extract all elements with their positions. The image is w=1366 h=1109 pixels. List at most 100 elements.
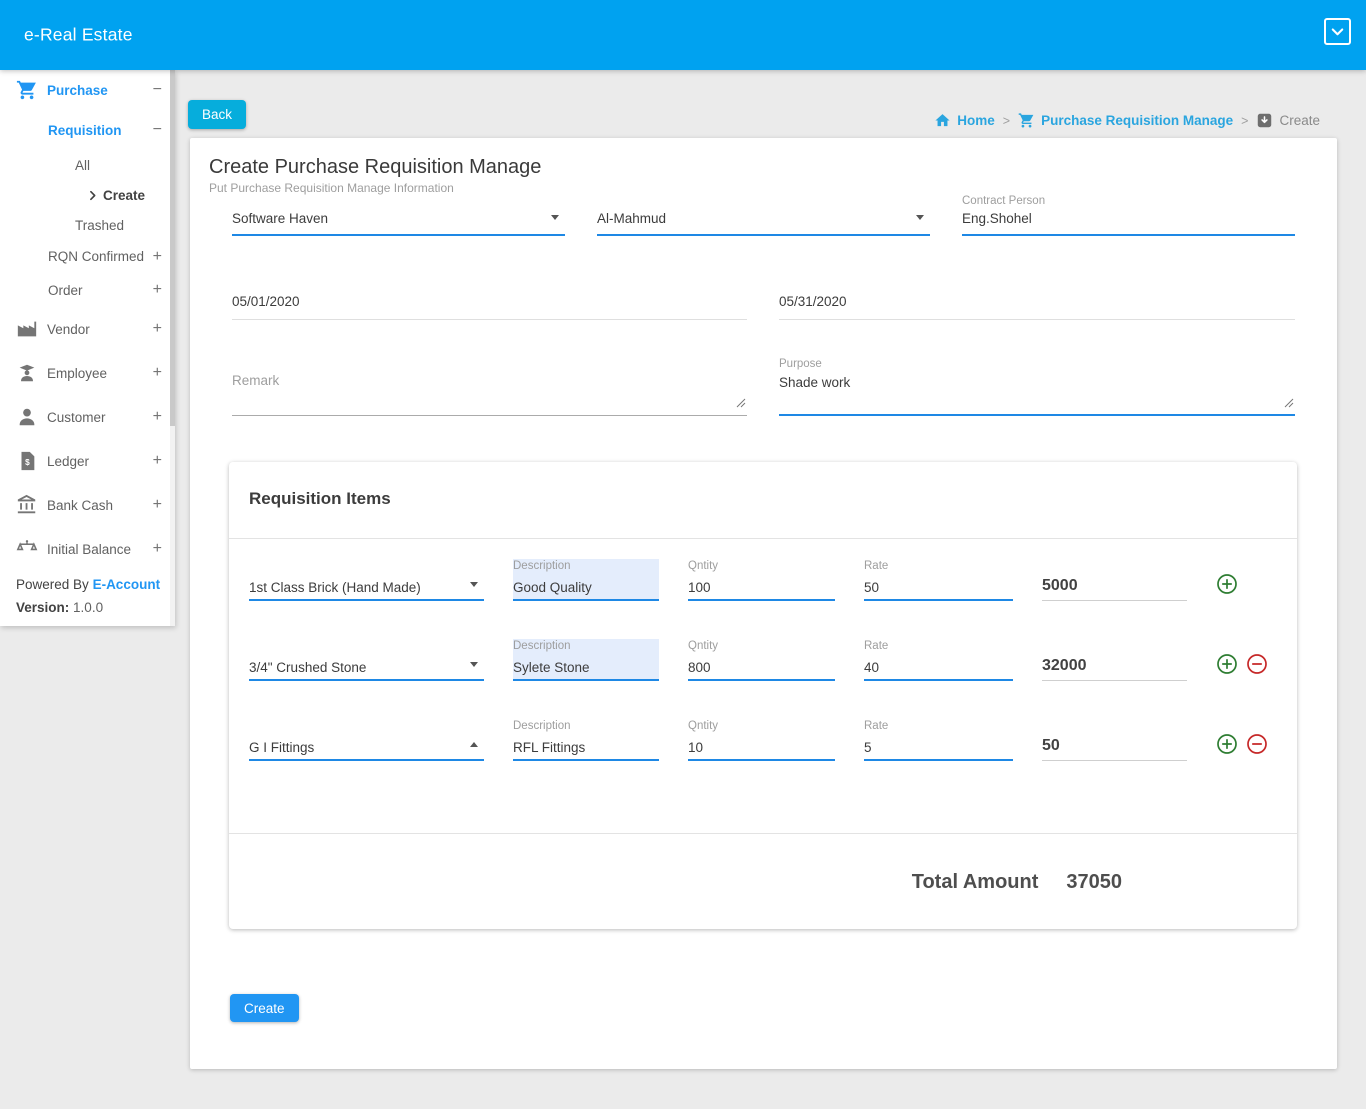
breadcrumb: Home > Purchase Requisition Manage > Cre… bbox=[934, 112, 1320, 129]
main-content: Back Home > Purchase Requisition Manage … bbox=[175, 70, 1366, 1109]
header-dropdown-button[interactable] bbox=[1324, 18, 1351, 45]
version-label: Version: bbox=[16, 600, 69, 615]
sidebar-item-order[interactable]: Order + bbox=[0, 273, 175, 307]
qntity-label: Qntity bbox=[688, 560, 718, 572]
qntity-input[interactable]: Qntity 100 bbox=[688, 559, 835, 601]
expand-plus: + bbox=[153, 320, 162, 338]
end-date-field[interactable]: 05/31/2020 bbox=[779, 280, 1295, 320]
item-select[interactable]: G I Fittings bbox=[249, 719, 484, 761]
start-date-value: 05/01/2020 bbox=[232, 294, 300, 309]
sidebar-item-trashed[interactable]: Trashed bbox=[0, 210, 175, 240]
rate-input[interactable]: Rate 5 bbox=[864, 719, 1013, 761]
rate-input[interactable]: Rate 50 bbox=[864, 559, 1013, 601]
sidebar-item-label: All bbox=[75, 158, 162, 173]
field-underline bbox=[688, 759, 835, 761]
field-underline bbox=[232, 415, 747, 416]
breadcrumb-label: Create bbox=[1279, 113, 1320, 128]
form-row-textareas: Remark Purpose Shade work bbox=[232, 346, 1295, 416]
sidebar-item-label: Create bbox=[103, 188, 162, 203]
sidebar-item-employee[interactable]: Employee + bbox=[0, 351, 175, 395]
sidebar-item-label: Requisition bbox=[48, 123, 153, 138]
rate-input[interactable]: Rate 40 bbox=[864, 639, 1013, 681]
collapse-minus: − bbox=[153, 121, 162, 139]
rate-value: 40 bbox=[864, 660, 879, 675]
create-button[interactable]: Create bbox=[230, 994, 299, 1022]
sidebar-item-requisition[interactable]: Requisition − bbox=[0, 110, 175, 150]
sidebar-item-all[interactable]: All bbox=[0, 150, 175, 180]
dropdown-arrow-icon bbox=[470, 662, 478, 667]
field-underline bbox=[232, 319, 747, 320]
sidebar: Purchase − Requisition − All Create Tras… bbox=[0, 70, 175, 626]
remark-placeholder: Remark bbox=[232, 373, 279, 388]
app-title: e-Real Estate bbox=[24, 25, 133, 46]
sidebar-item-vendor[interactable]: Vendor + bbox=[0, 307, 175, 351]
resize-grip-icon[interactable] bbox=[1284, 395, 1294, 413]
remark-textarea[interactable]: Remark bbox=[232, 346, 747, 416]
field-underline bbox=[1042, 760, 1187, 761]
sidebar-item-bank-cash[interactable]: Bank Cash + bbox=[0, 483, 175, 527]
expand-plus: + bbox=[153, 496, 162, 514]
remove-row-button[interactable] bbox=[1246, 653, 1268, 675]
item-select[interactable]: 1st Class Brick (Hand Made) bbox=[249, 559, 484, 601]
content-topbar: Back Home > Purchase Requisition Manage … bbox=[175, 70, 1366, 119]
sidebar-item-customer[interactable]: Customer + bbox=[0, 395, 175, 439]
sidebar-item-label: Bank Cash bbox=[47, 498, 153, 513]
project-select-value: Software Haven bbox=[232, 211, 328, 226]
description-input[interactable]: Description Sylete Stone bbox=[513, 639, 659, 681]
item-select-value: 3/4" Crushed Stone bbox=[249, 660, 366, 675]
field-underline bbox=[1042, 600, 1187, 601]
description-input[interactable]: Description Good Quality bbox=[513, 559, 659, 601]
amount-value: 50 bbox=[1042, 737, 1060, 755]
add-row-button[interactable] bbox=[1216, 573, 1238, 595]
description-input[interactable]: Description RFL Fittings bbox=[513, 719, 659, 761]
resize-grip-icon[interactable] bbox=[736, 395, 746, 413]
amount-field: 32000 bbox=[1042, 639, 1187, 681]
rate-label: Rate bbox=[864, 640, 888, 652]
item-row: 1st Class Brick (Hand Made) Description … bbox=[229, 539, 1297, 619]
sidebar-item-label: Vendor bbox=[47, 322, 153, 337]
version-line: Version: 1.0.0 bbox=[16, 596, 175, 619]
field-underline bbox=[513, 599, 659, 601]
sidebar-item-ledger[interactable]: $ Ledger + bbox=[0, 439, 175, 483]
qntity-label: Qntity bbox=[688, 720, 718, 732]
breadcrumb-create: Create bbox=[1256, 112, 1320, 129]
breadcrumb-label: Home bbox=[957, 113, 995, 128]
back-button[interactable]: Back bbox=[188, 100, 246, 129]
breadcrumb-home[interactable]: Home bbox=[934, 112, 995, 129]
qntity-label: Qntity bbox=[688, 640, 718, 652]
add-row-button[interactable] bbox=[1216, 653, 1238, 675]
qntity-input[interactable]: Qntity 800 bbox=[688, 639, 835, 681]
start-date-field[interactable]: 05/01/2020 bbox=[232, 280, 747, 320]
sidebar-item-label: Employee bbox=[47, 366, 153, 381]
amount-value: 5000 bbox=[1042, 577, 1078, 595]
qntity-input[interactable]: Qntity 10 bbox=[688, 719, 835, 761]
employee-select[interactable]: Al-Mahmud bbox=[597, 195, 930, 236]
e-account-link[interactable]: E-Account bbox=[93, 577, 161, 592]
sidebar-item-purchase[interactable]: Purchase − bbox=[0, 70, 175, 110]
contract-person-field[interactable]: Contract Person Eng.Shohel bbox=[962, 195, 1295, 236]
rate-label: Rate bbox=[864, 720, 888, 732]
project-select[interactable]: Software Haven bbox=[232, 195, 565, 236]
sidebar-item-rqn-confirmed[interactable]: RQN Confirmed + bbox=[0, 240, 175, 273]
row-actions bbox=[1216, 733, 1280, 755]
item-select-value: G I Fittings bbox=[249, 740, 314, 755]
expand-plus: + bbox=[153, 408, 162, 426]
contract-person-value: Eng.Shohel bbox=[962, 211, 1032, 226]
powered-by-line: Powered By E-Account bbox=[16, 573, 175, 596]
home-icon bbox=[934, 112, 951, 129]
field-underline bbox=[249, 679, 484, 681]
form-card: Create Purchase Requisition Manage Put P… bbox=[190, 138, 1337, 1069]
item-select[interactable]: 3/4" Crushed Stone bbox=[249, 639, 484, 681]
total-amount-value: 37050 bbox=[1066, 871, 1122, 894]
remove-row-button[interactable] bbox=[1246, 733, 1268, 755]
breadcrumb-purchase-requisition-manage[interactable]: Purchase Requisition Manage bbox=[1018, 112, 1233, 129]
add-row-button[interactable] bbox=[1216, 733, 1238, 755]
description-value: Sylete Stone bbox=[513, 660, 590, 675]
purpose-textarea[interactable]: Purpose Shade work bbox=[779, 346, 1295, 416]
item-select-value: 1st Class Brick (Hand Made) bbox=[249, 580, 421, 595]
sidebar-scrollbar-thumb[interactable] bbox=[170, 70, 175, 426]
expand-plus: + bbox=[153, 248, 162, 266]
sidebar-item-create[interactable]: Create bbox=[0, 180, 175, 210]
field-underline bbox=[864, 759, 1013, 761]
sidebar-item-initial-balance[interactable]: Initial Balance + bbox=[0, 527, 175, 571]
